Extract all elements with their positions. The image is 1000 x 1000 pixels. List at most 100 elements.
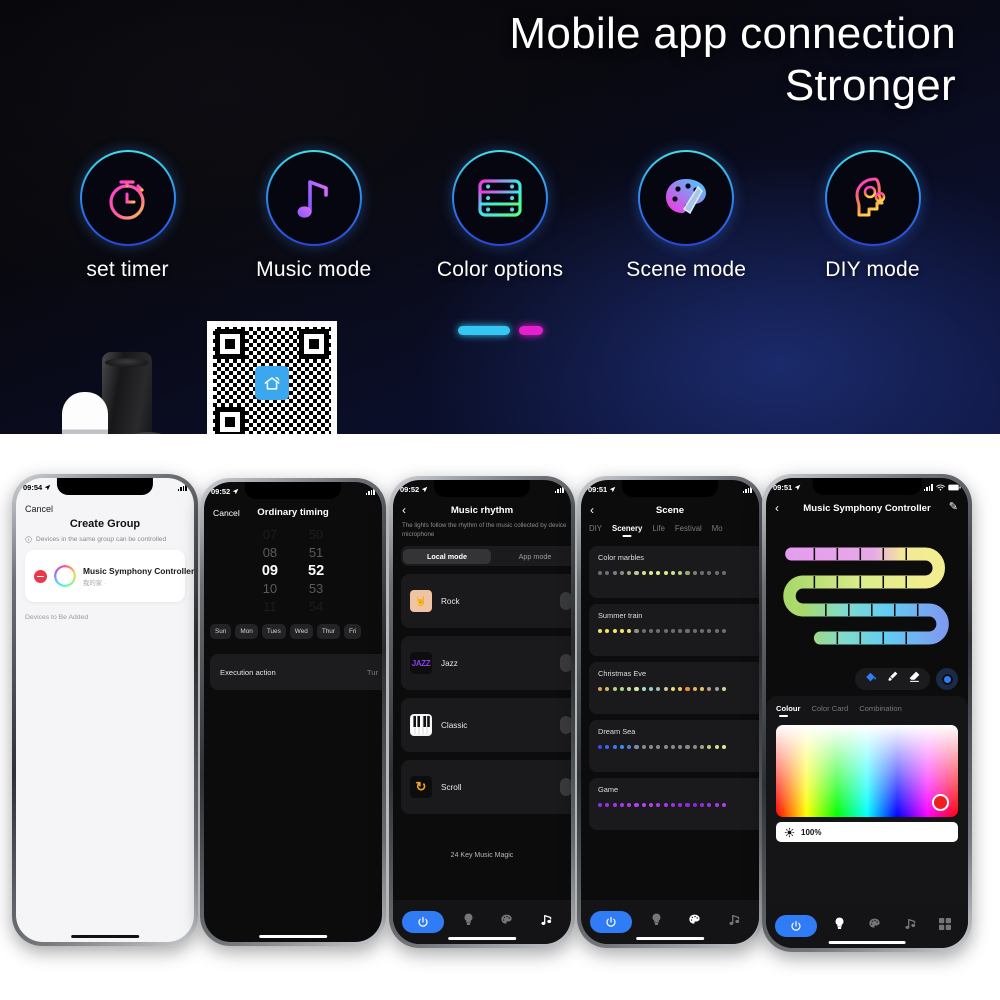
mode-segmented-control[interactable]: Local mode App mode	[401, 546, 571, 566]
weekday-selector[interactable]: Sun Mon Tues Wed Thur Fri	[210, 624, 382, 639]
weekday-chip[interactable]: Sun	[210, 624, 232, 639]
color-picker-handle[interactable]	[932, 794, 949, 811]
scene-color-dot	[641, 687, 646, 692]
palette-icon[interactable]	[500, 913, 513, 931]
palette-icon[interactable]	[688, 913, 701, 931]
hour-option[interactable]: 11	[263, 598, 277, 616]
list-item[interactable]: 🤘 Rock	[401, 574, 571, 628]
paint-bucket-icon[interactable]	[864, 670, 877, 688]
serpentine-led-strip-preview[interactable]	[778, 538, 956, 656]
row-handle[interactable]	[560, 716, 571, 734]
color-tabs[interactable]: Colour Color Card Combination	[776, 704, 958, 717]
segment-local-mode[interactable]: Local mode	[403, 548, 491, 564]
weekday-chip[interactable]: Fri	[343, 624, 362, 639]
row-handle[interactable]	[560, 778, 571, 796]
scene-row[interactable]: Christmas Eve	[589, 662, 759, 714]
hour-option[interactable]: 10	[263, 580, 277, 598]
music-note-icon[interactable]	[540, 913, 552, 931]
feature-set-timer[interactable]: set timer	[40, 150, 215, 282]
screen-music-symphony-controller: 09:51 ‹ Music Symphony Controller ✎ Colo…	[766, 478, 968, 948]
weekday-chip[interactable]: Thur	[316, 624, 340, 639]
scene-row[interactable]: Color marbles	[589, 546, 759, 598]
row-handle[interactable]	[560, 654, 571, 672]
hour-option[interactable]: 08	[263, 544, 277, 562]
segment-app-mode[interactable]: App mode	[491, 549, 571, 564]
scene-color-dot	[598, 571, 603, 576]
bulb-icon[interactable]	[463, 913, 474, 931]
row-handle[interactable]	[560, 592, 571, 610]
drawing-tools[interactable]	[855, 668, 958, 690]
tab-more[interactable]: Mo	[712, 524, 723, 537]
eraser-icon[interactable]	[908, 670, 921, 688]
power-icon[interactable]	[590, 911, 632, 933]
brightness-slider[interactable]: 100%	[776, 822, 958, 842]
tab-color-card[interactable]: Color Card	[811, 704, 848, 717]
scene-row[interactable]: Game	[589, 778, 759, 830]
tab-diy[interactable]: DIY	[589, 524, 602, 537]
scene-color-dot	[627, 687, 632, 692]
palette-icon[interactable]	[868, 917, 881, 935]
list-item[interactable]: JAZZ Jazz	[401, 636, 571, 690]
bulb-icon[interactable]	[834, 917, 845, 935]
minute-option[interactable]: 51	[309, 544, 323, 562]
home-indicator	[259, 935, 327, 938]
notch	[244, 482, 342, 499]
scene-row[interactable]: Dream Sea	[589, 720, 759, 772]
music-note-icon[interactable]	[904, 917, 916, 935]
list-item[interactable]: Classic	[401, 698, 571, 752]
feature-music-mode[interactable]: Music mode	[226, 150, 401, 282]
power-icon[interactable]	[775, 915, 817, 937]
scene-category-tabs[interactable]: DIY Scenery Life Festival Mo	[589, 524, 759, 537]
scene-list: Color marbles Summer train Christmas Eve Dr…	[589, 546, 759, 836]
scene-color-dot	[598, 687, 603, 692]
hour-selected[interactable]: 09	[262, 562, 278, 580]
weekday-chip[interactable]: Mon	[235, 624, 258, 639]
cancel-button[interactable]: Cancel	[25, 504, 53, 514]
hour-option[interactable]: 07	[263, 526, 277, 544]
color-picker-area[interactable]	[776, 725, 958, 817]
tool-group[interactable]	[855, 668, 930, 690]
weekday-chip[interactable]: Wed	[289, 624, 313, 639]
music-note-icon[interactable]	[728, 913, 740, 931]
scene-color-dot	[721, 629, 726, 634]
tab-combination[interactable]: Combination	[859, 704, 902, 717]
pencil-edit-icon[interactable]: ✎	[949, 502, 958, 513]
scene-color-dot	[670, 745, 675, 750]
minute-selected[interactable]: 52	[308, 562, 324, 580]
tab-scenery[interactable]: Scenery	[612, 524, 642, 537]
time-picker[interactable]: 07 08 09 10 11 50 51 52 53 54	[204, 526, 382, 620]
feature-label: set timer	[86, 258, 169, 281]
scene-row[interactable]: Summer train	[589, 604, 759, 656]
hour-column[interactable]: 07 08 09 10 11	[262, 526, 278, 620]
minute-option[interactable]: 54	[309, 598, 323, 616]
scene-color-dot	[678, 571, 683, 576]
feature-diy-mode[interactable]: DIY mode	[785, 150, 960, 282]
pager-dot-inactive[interactable]	[518, 326, 543, 335]
remove-minus-icon[interactable]	[34, 569, 47, 583]
execution-action-row[interactable]: Execution action Tur	[210, 654, 382, 690]
pager-dot-active[interactable]	[457, 326, 510, 335]
tab-life[interactable]: Life	[652, 524, 665, 537]
minute-column[interactable]: 50 51 52 53 54	[308, 526, 324, 620]
power-icon[interactable]	[402, 911, 444, 933]
minute-option[interactable]: 50	[309, 526, 323, 544]
scene-color-dot	[670, 571, 675, 576]
tab-festival[interactable]: Festival	[675, 524, 702, 537]
device-row[interactable]: Music Symphony Controller 我的家 ·	[25, 550, 194, 602]
weekday-chip[interactable]: Tues	[261, 624, 286, 639]
qr-code[interactable]	[207, 321, 337, 445]
scene-color-dot	[605, 571, 610, 576]
feature-color-options[interactable]: Color options	[413, 150, 588, 282]
grid-icon[interactable]	[938, 917, 951, 935]
color-swatch-icon[interactable]	[936, 668, 958, 690]
scene-color-dot	[648, 629, 654, 634]
scene-color-dot	[692, 571, 697, 576]
feature-scene-mode[interactable]: Scene mode	[599, 150, 774, 282]
bulb-icon[interactable]	[651, 913, 662, 931]
minute-option[interactable]: 53	[309, 580, 323, 598]
carousel-pager[interactable]	[0, 326, 1000, 335]
jazz-text-icon: JAZZ	[410, 652, 432, 674]
tab-colour[interactable]: Colour	[776, 704, 800, 717]
brush-icon[interactable]	[886, 670, 899, 688]
list-item[interactable]: ↻ Scroll	[401, 760, 571, 814]
